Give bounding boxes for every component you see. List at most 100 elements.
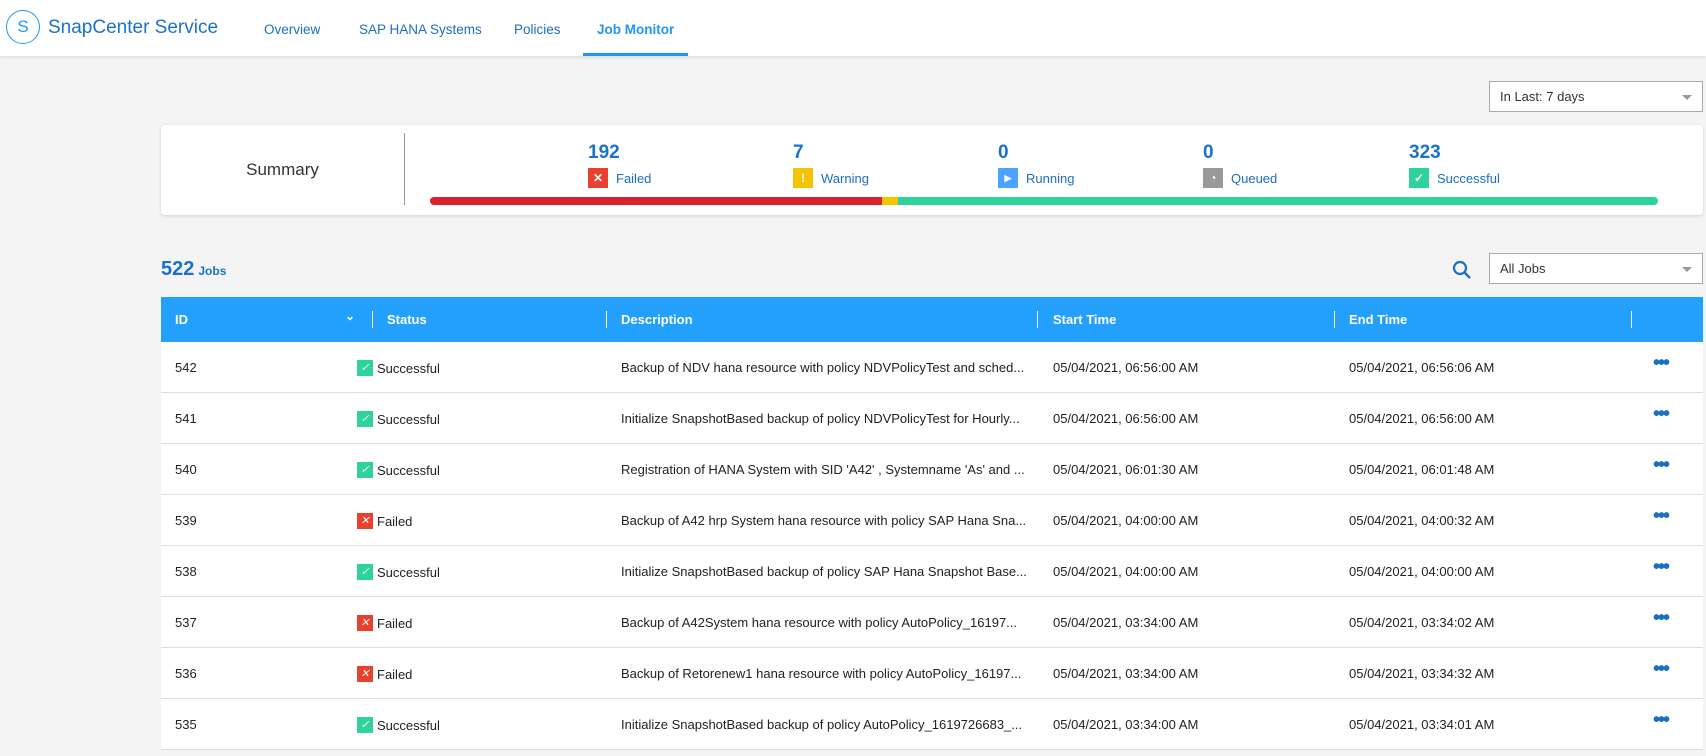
job-id: 541 bbox=[175, 411, 197, 426]
table-header: ID ⌄ Status Description Start Time End T… bbox=[161, 297, 1703, 342]
summary-stat-successful[interactable]: 323 ✓ Successful bbox=[1409, 142, 1500, 188]
column-header-end-time[interactable]: End Time bbox=[1349, 312, 1407, 327]
jobs-count-label: Jobs bbox=[198, 264, 227, 278]
status-cell: ✕ Failed bbox=[357, 513, 412, 529]
caret-down-icon bbox=[1682, 267, 1692, 272]
stat-label: Warning bbox=[821, 170, 869, 186]
summary-stat-warning[interactable]: 7 ! Warning bbox=[793, 142, 869, 188]
more-actions-icon[interactable]: ••• bbox=[1653, 556, 1670, 579]
column-divider[interactable] bbox=[1334, 311, 1335, 328]
job-description: Backup of A42System hana resource with p… bbox=[621, 615, 1018, 630]
stat-count: 323 bbox=[1409, 142, 1441, 163]
status-text: Failed bbox=[377, 666, 413, 682]
check-icon: ✓ bbox=[357, 564, 373, 580]
status-text: Successful bbox=[377, 360, 440, 376]
job-description: Backup of Retorenew1 hana resource with … bbox=[621, 666, 1022, 681]
summary-stat-failed[interactable]: 192 ✕ Failed bbox=[588, 142, 651, 188]
more-actions-icon[interactable]: ••• bbox=[1653, 403, 1670, 426]
clock-icon: ◔ bbox=[1203, 168, 1223, 188]
x-icon: ✕ bbox=[357, 666, 373, 682]
tab-sap-hana-systems[interactable]: SAP HANA Systems bbox=[359, 22, 482, 37]
end-time: 05/04/2021, 03:34:02 AM bbox=[1349, 615, 1495, 630]
summary-stat-running[interactable]: 0 ▶ Running bbox=[998, 142, 1074, 188]
status-cell: ✓ Successful bbox=[357, 717, 440, 733]
tab-policies[interactable]: Policies bbox=[514, 22, 561, 37]
status-cell: ✓ Successful bbox=[357, 360, 440, 376]
status-text: Successful bbox=[377, 564, 440, 580]
status-cell: ✓ Successful bbox=[357, 564, 440, 580]
job-id: 539 bbox=[175, 513, 197, 528]
top-header: S SnapCenter Service Overview SAP HANA S… bbox=[0, 0, 1706, 56]
tab-job-monitor[interactable]: Job Monitor bbox=[597, 22, 674, 37]
stat-count: 7 bbox=[793, 142, 804, 163]
end-time: 05/04/2021, 03:34:01 AM bbox=[1349, 717, 1495, 732]
table-row[interactable]: 540 ✓ Successful Registration of HANA Sys… bbox=[161, 444, 1703, 495]
more-actions-icon[interactable]: ••• bbox=[1653, 454, 1670, 477]
start-time: 05/04/2021, 03:34:00 AM bbox=[1053, 666, 1199, 681]
start-time: 05/04/2021, 04:00:00 AM bbox=[1053, 513, 1199, 528]
status-cell: ✓ Successful bbox=[357, 411, 440, 427]
job-id: 542 bbox=[175, 360, 197, 375]
job-description: Backup of A42 hrp System hana resource w… bbox=[621, 513, 1027, 528]
search-icon[interactable] bbox=[1452, 260, 1472, 280]
stat-count: 192 bbox=[588, 142, 620, 163]
table-row[interactable]: 536 ✕ Failed Backup of Retorenew1 hana re… bbox=[161, 648, 1703, 699]
caret-down-icon bbox=[1682, 95, 1692, 100]
more-actions-icon[interactable]: ••• bbox=[1653, 607, 1670, 630]
more-actions-icon[interactable]: ••• bbox=[1653, 352, 1670, 375]
time-range-dropdown[interactable]: In Last: 7 days bbox=[1489, 81, 1703, 112]
column-header-description[interactable]: Description bbox=[621, 312, 693, 327]
stat-count: 0 bbox=[1203, 142, 1214, 163]
job-type-dropdown[interactable]: All Jobs bbox=[1489, 253, 1703, 284]
start-time: 05/04/2021, 04:00:00 AM bbox=[1053, 564, 1199, 579]
job-description: Registration of HANA System with SID 'A4… bbox=[621, 462, 1025, 477]
bar-segment-warning bbox=[881, 197, 899, 205]
summary-stat-queued[interactable]: 0 ◔ Queued bbox=[1203, 142, 1277, 188]
sort-chevron-icon[interactable]: ⌄ bbox=[345, 309, 355, 323]
status-text: Successful bbox=[377, 717, 440, 733]
x-icon: ✕ bbox=[588, 168, 608, 188]
column-divider[interactable] bbox=[606, 311, 607, 328]
column-header-status[interactable]: Status bbox=[387, 312, 427, 327]
more-actions-icon[interactable]: ••• bbox=[1653, 658, 1670, 681]
start-time: 05/04/2021, 03:34:00 AM bbox=[1053, 615, 1199, 630]
status-text: Failed bbox=[377, 615, 413, 631]
end-time: 05/04/2021, 04:00:32 AM bbox=[1349, 513, 1495, 528]
check-icon: ✓ bbox=[357, 411, 373, 427]
column-divider[interactable] bbox=[372, 311, 373, 328]
job-id: 536 bbox=[175, 666, 197, 681]
stat-label: Successful bbox=[1437, 170, 1500, 186]
x-icon: ✕ bbox=[357, 615, 373, 631]
app-title: SnapCenter Service bbox=[48, 17, 219, 38]
stat-label: Running bbox=[1026, 170, 1075, 186]
column-header-start-time[interactable]: Start Time bbox=[1053, 312, 1116, 327]
table-row[interactable]: 539 ✕ Failed Backup of A42 hrp System han… bbox=[161, 495, 1703, 546]
table-row[interactable]: 541 ✓ Successful Initialize SnapshotBased… bbox=[161, 393, 1703, 444]
status-text: Successful bbox=[377, 462, 440, 478]
more-actions-icon[interactable]: ••• bbox=[1653, 709, 1670, 732]
bar-segment-failed bbox=[430, 197, 882, 205]
column-divider[interactable] bbox=[1037, 311, 1038, 328]
end-time: 05/04/2021, 06:56:00 AM bbox=[1349, 411, 1495, 426]
tab-overview[interactable]: Overview bbox=[264, 22, 320, 37]
end-time: 05/04/2021, 06:56:06 AM bbox=[1349, 360, 1495, 375]
job-description: Initialize SnapshotBased backup of polic… bbox=[621, 717, 1023, 732]
table-row[interactable]: 542 ✓ Successful Backup of NDV hana resou… bbox=[161, 342, 1703, 393]
table-row[interactable]: 535 ✓ Successful Initialize SnapshotBased… bbox=[161, 699, 1703, 750]
divider bbox=[404, 133, 405, 205]
table-row[interactable]: 538 ✓ Successful Initialize SnapshotBased… bbox=[161, 546, 1703, 597]
column-divider[interactable] bbox=[1631, 311, 1632, 328]
x-icon: ✕ bbox=[357, 513, 373, 529]
stat-label: Queued bbox=[1231, 170, 1278, 186]
end-time: 05/04/2021, 04:00:00 AM bbox=[1349, 564, 1495, 579]
job-description: Initialize SnapshotBased backup of polic… bbox=[621, 411, 1020, 426]
more-actions-icon[interactable]: ••• bbox=[1653, 505, 1670, 528]
column-header-id[interactable]: ID bbox=[175, 312, 188, 327]
start-time: 05/04/2021, 06:56:00 AM bbox=[1053, 411, 1199, 426]
summary-label: Summary bbox=[246, 160, 319, 179]
job-id: 540 bbox=[175, 462, 197, 477]
job-description: Backup of NDV hana resource with policy … bbox=[621, 360, 1025, 375]
table-row[interactable]: 537 ✕ Failed Backup of A42System hana res… bbox=[161, 597, 1703, 648]
play-icon: ▶ bbox=[998, 168, 1018, 188]
bar-segment-successful bbox=[898, 197, 1658, 205]
